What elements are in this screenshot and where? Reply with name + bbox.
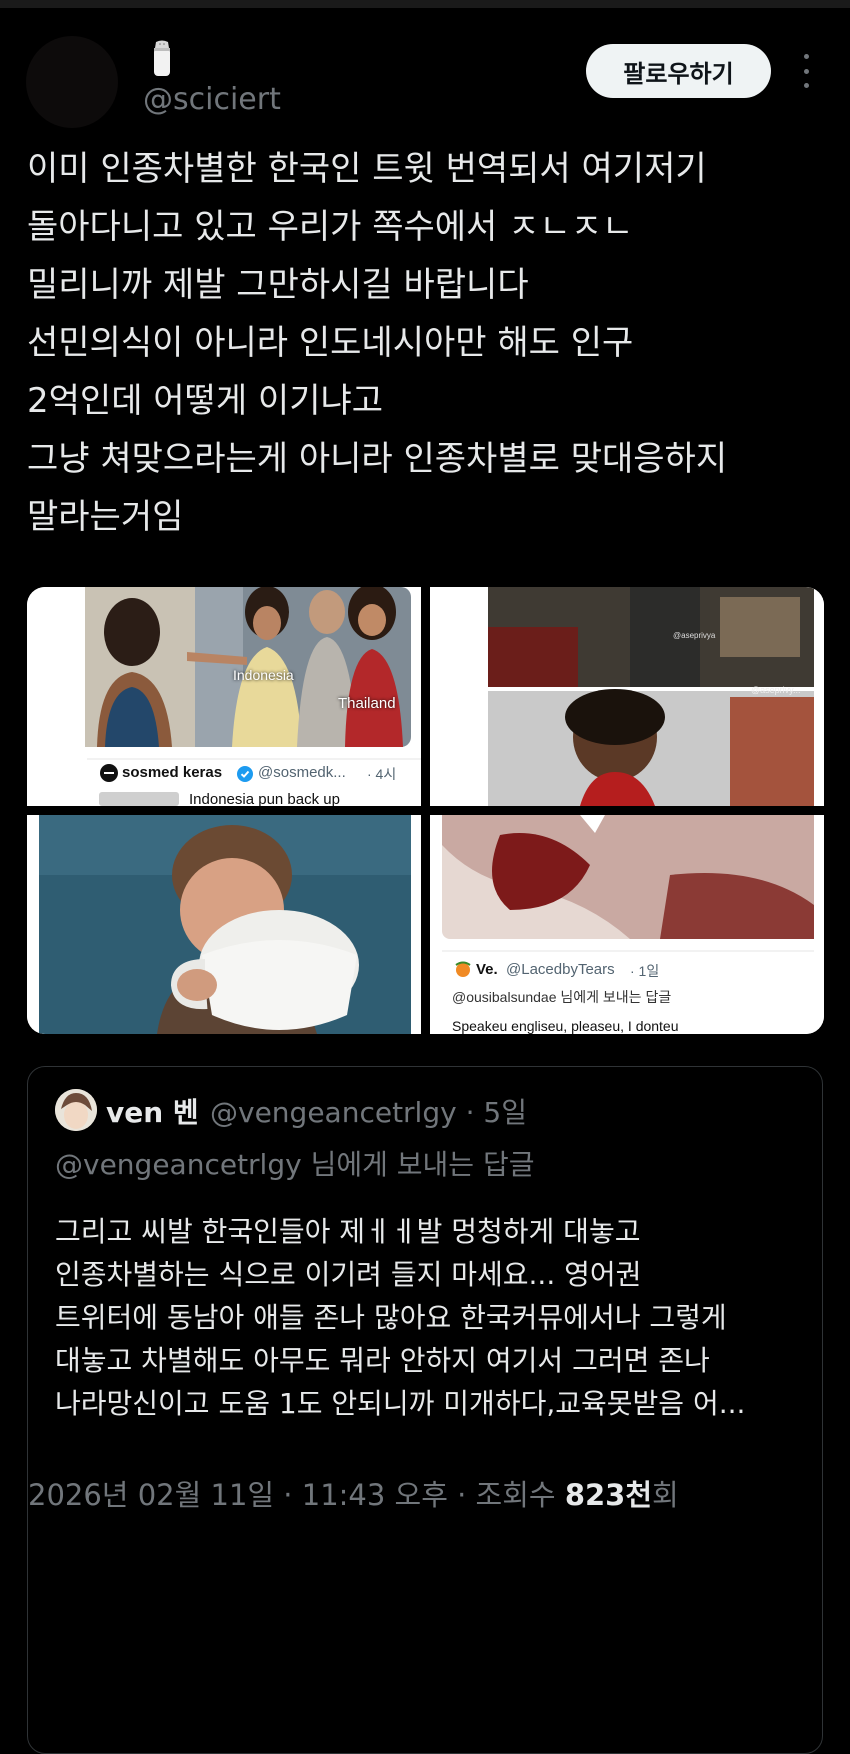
- embedded-snippet: Speakeu engliseu, pleaseu, I donteu: [452, 1018, 679, 1034]
- view-suffix: 회: [652, 1478, 679, 1512]
- quoted-line: 그리고 씨발 한국인들아 제ㅔㅔ발 멍청하게 대놓고: [55, 1215, 641, 1248]
- embedded-account-handle: @LacedbyTears: [506, 961, 615, 978]
- media-image-4[interactable]: Ve. @LacedbyTears · 1일 @ousibalsundae 님에…: [430, 815, 824, 1034]
- embedded-account-name: Ve.: [476, 961, 498, 978]
- tweet-datetime: 2026년 02월 11일 · 11:43 오후 · 조회수: [28, 1478, 565, 1512]
- quoted-line: 인종차별하는 식으로 이기려 들지 마세요... 영어권: [55, 1258, 642, 1291]
- quoted-author-avatar[interactable]: [55, 1089, 97, 1131]
- tweet-body: 이미 인종차별한 한국인 트윗 번역되서 여기저기 돌아다니고 있고 우리가 쪽…: [27, 140, 827, 546]
- embedded-reply-to: @ousibalsundae 님에게 보내는 답글: [452, 989, 672, 1005]
- embedded-time: · 1일: [630, 963, 660, 979]
- image-watermark: @aseprivy...: [751, 685, 801, 695]
- quoted-line: 트위터에 동남아 애들 존나 많아요 한국커뮤에서나 그렇게: [55, 1301, 727, 1334]
- tweet-meta: 2026년 02월 11일 · 11:43 오후 · 조회수 823천회: [28, 1472, 679, 1514]
- tweet-line: 이미 인종차별한 한국인 트윗 번역되서 여기저기: [27, 149, 707, 189]
- media-image-2[interactable]: @aseprivya @aseprivy...: [430, 587, 824, 806]
- more-options-icon[interactable]: [796, 54, 816, 88]
- author-handle[interactable]: @sciciert: [143, 82, 281, 117]
- view-count[interactable]: 823천: [565, 1478, 652, 1512]
- verified-badge-icon: [237, 766, 253, 782]
- salt-shaker-icon: [154, 40, 170, 76]
- tweet-line: 밀리니까 제발 그만하시길 바랍니다: [27, 265, 529, 305]
- embedded-account-name: sosmed keras: [122, 764, 223, 781]
- media-image-1[interactable]: Indonesia Thailand sosmed keras @sosmedk…: [27, 587, 421, 806]
- image-label: Indonesia: [233, 667, 294, 683]
- top-divider: [0, 0, 850, 8]
- tweet-line: 돌아다니고 있고 우리가 쪽수에서 ㅈㄴㅈㄴ: [27, 207, 634, 247]
- embedded-time: · 4시: [367, 766, 397, 782]
- quoted-author-handle: @vengeancetrlgy · 5일: [210, 1096, 527, 1129]
- author-avatar[interactable]: [26, 36, 118, 128]
- embedded-snippet: Indonesia pun back up: [189, 791, 340, 806]
- quoted-reply-to: @vengeancetrlgy 님에게 보내는 답글: [55, 1148, 535, 1181]
- tweet-line: 선민의식이 아니라 인도네시아만 해도 인구: [27, 323, 634, 363]
- quoted-line: 나라망신이고 도움 1도 안되니까 미개하다,교육못받음 어...: [55, 1387, 746, 1420]
- embedded-account-handle: @sosmedk...: [258, 764, 346, 781]
- tweet-line: 2억인데 어떻게 이기냐고: [27, 381, 384, 421]
- image-watermark: @aseprivya: [673, 631, 716, 640]
- tweet-line: 말라는거임: [27, 497, 184, 537]
- quoted-tweet-body: 그리고 씨발 한국인들아 제ㅔㅔ발 멍청하게 대놓고 인종차별하는 식으로 이기…: [55, 1210, 815, 1425]
- quoted-line: 대놓고 차별해도 아무도 뭐라 안하지 여기서 그러면 존나: [55, 1344, 710, 1377]
- media-image-3[interactable]: [27, 815, 421, 1034]
- tweet-line: 그냥 쳐맞으라는게 아니라 인종차별로 맞대응하지: [27, 439, 728, 479]
- quoted-author-name[interactable]: ven 벤: [106, 1091, 199, 1131]
- media-grid: Indonesia Thailand sosmed keras @sosmedk…: [27, 587, 824, 1034]
- follow-button[interactable]: 팔로우하기: [586, 44, 771, 98]
- image-label: Thailand: [338, 695, 396, 712]
